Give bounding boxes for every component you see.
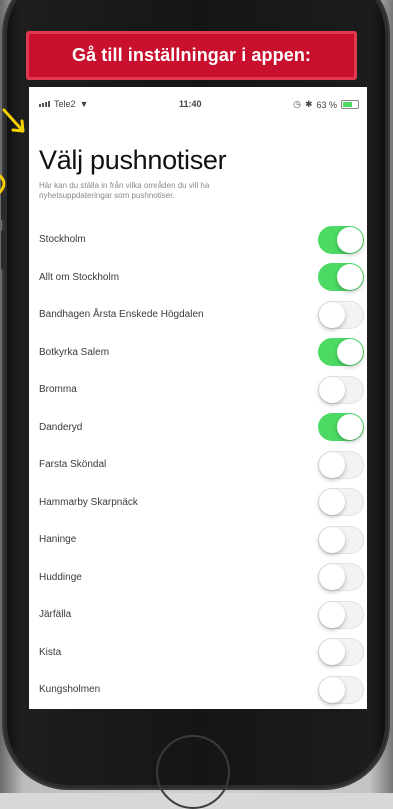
list-item: Kista [29, 634, 367, 672]
toggle-switch[interactable] [318, 263, 364, 292]
area-label: Botkyrka Salem [39, 346, 110, 358]
switch-knob [319, 376, 345, 403]
list-item: Kungsholmen [29, 671, 367, 709]
area-label: Danderyd [39, 421, 83, 433]
switch-knob [337, 339, 363, 366]
status-time: 11:40 [179, 99, 202, 109]
switch-knob [319, 526, 345, 553]
volume-button [1, 230, 4, 270]
switch-knob [319, 601, 345, 628]
list-item: Hammarby Skarpnäck [29, 484, 367, 522]
toggle-switch[interactable] [318, 525, 364, 554]
area-label: Farsta Sköndal [39, 459, 107, 471]
wifi-icon: ▼ [79, 99, 89, 109]
switch-knob [319, 639, 345, 666]
area-label: Kista [39, 646, 62, 658]
list-item: Huddinge [29, 559, 367, 597]
toggle-switch[interactable] [318, 638, 364, 667]
list-item: Farsta Sköndal [29, 446, 367, 484]
toggle-switch[interactable] [318, 675, 364, 704]
area-label: Allt om Stockholm [39, 271, 120, 283]
switch-knob [319, 451, 345, 478]
signal-icon [39, 101, 50, 107]
list-item: Stockholm [29, 221, 367, 259]
toggle-switch[interactable] [318, 338, 364, 367]
area-label: Haninge [39, 534, 77, 546]
switch-knob [319, 676, 345, 703]
toggle-switch[interactable] [318, 300, 364, 329]
switch-knob [319, 301, 345, 328]
switch-knob [319, 564, 345, 591]
page-title: Välj pushnotiser [39, 145, 227, 175]
switch-knob [337, 226, 363, 253]
list-item: Allt om Stockholm [29, 259, 367, 297]
area-label: Huddinge [39, 571, 82, 583]
list-item: Haninge [29, 521, 367, 559]
area-label: Bandhagen Årsta Enskede Högdalen [39, 309, 204, 321]
list-item: Danderyd [29, 409, 367, 447]
banner-text: Gå till inställningar i appen: [71, 45, 312, 65]
area-label: Hammarby Skarpnäck [39, 496, 138, 508]
notification-area-list: Stockholm Allt om Stockholm Bandhagen År… [29, 221, 367, 709]
toggle-switch[interactable] [318, 413, 364, 442]
list-item: Bandhagen Årsta Enskede Högdalen [29, 296, 367, 334]
toggle-switch[interactable] [318, 450, 364, 479]
status-bar: Tele2 ▼ 11:40 ◷ ✱ 63 % [29, 87, 367, 119]
toggle-switch[interactable] [318, 563, 364, 592]
page-subtitle: Här kan du ställa in från vilka områden … [39, 181, 210, 200]
area-label: Stockholm [39, 234, 86, 246]
area-label: Kungsholmen [39, 684, 101, 696]
area-label: Järfälla [39, 609, 72, 621]
battery-percent: 63 % [316, 99, 337, 110]
switch-knob [337, 414, 363, 441]
area-label: Bromma [39, 384, 77, 396]
arrow-icon [0, 108, 25, 194]
instruction-banner: Gå till inställningar i appen: [26, 31, 357, 80]
bluetooth-icon: ✱ [304, 99, 313, 109]
battery-icon [341, 100, 359, 109]
toggle-switch[interactable] [318, 600, 364, 629]
alarm-icon: ◷ [293, 99, 301, 109]
toggle-switch[interactable] [318, 488, 364, 517]
switch-knob [337, 264, 363, 291]
carrier-name: Tele2 [54, 99, 76, 109]
switch-knob [319, 489, 345, 516]
toggle-switch[interactable] [318, 225, 364, 254]
home-button[interactable] [156, 735, 230, 809]
list-item: Botkyrka Salem [29, 334, 367, 372]
toggle-switch[interactable] [318, 375, 364, 404]
phone-screen: Tele2 ▼ 11:40 ◷ ✱ 63 % Välj pushnotiser … [29, 87, 367, 709]
list-item: Bromma [29, 371, 367, 409]
list-item: Järfälla [29, 596, 367, 634]
